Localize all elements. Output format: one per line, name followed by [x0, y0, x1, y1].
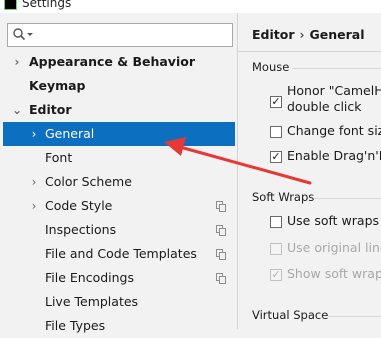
sidebar-item-label: File and Code Templates — [45, 246, 197, 261]
search-icon[interactable] — [12, 27, 34, 43]
sidebar-item-label: Editor — [29, 102, 72, 117]
sidebar-item-label: General — [45, 126, 95, 141]
option-label: Change font size — [287, 123, 381, 138]
option-label-continued: double click — [287, 99, 362, 114]
sidebar-item-color-scheme[interactable]: › Color Scheme — [0, 170, 238, 194]
breadcrumb-current: General — [309, 27, 365, 42]
section-divider — [314, 198, 381, 199]
settings-content: Editor › General Mouse ✓ Honor "CamelHu do… — [238, 13, 381, 329]
chevron-right-icon[interactable]: › — [12, 50, 22, 74]
option-label: Enable Drag'n'Dr — [287, 148, 381, 163]
breadcrumb-parent[interactable]: Editor — [252, 27, 295, 42]
chevron-right-icon[interactable]: › — [29, 122, 39, 146]
sidebar-item-general[interactable]: › General — [3, 122, 235, 146]
sidebar-item-file-and-code-templates[interactable]: File and Code Templates — [0, 242, 238, 266]
sidebar-item-label: Color Scheme — [45, 174, 132, 189]
option-label: Use original line' — [287, 240, 381, 255]
title-bar: Settings — [0, 0, 381, 13]
header-divider — [238, 51, 381, 52]
use-original-line-checkbox — [270, 243, 282, 255]
section-divider — [328, 316, 381, 317]
section-title-soft-wraps: Soft Wraps — [252, 190, 315, 204]
sidebar-item-label: File Types — [45, 318, 106, 333]
sidebar-item-label: File Encodings — [45, 270, 135, 285]
sidebar-item-label: Font — [45, 150, 73, 165]
option-label: Honor "CamelHu — [287, 83, 381, 98]
sidebar-item-inspections[interactable]: Inspections — [0, 218, 238, 242]
project-settings-icon — [216, 201, 226, 212]
option-use-soft-wraps[interactable]: Use soft wraps in — [270, 212, 381, 232]
sidebar-item-appearance-behavior[interactable]: › Appearance & Behavior — [0, 50, 238, 74]
chevron-right-icon[interactable]: › — [29, 170, 39, 194]
sidebar-item-keymap[interactable]: Keymap — [0, 74, 238, 98]
sidebar-item-file-types[interactable]: File Types — [0, 314, 238, 338]
sidebar-item-label: Inspections — [45, 222, 117, 237]
breadcrumb-separator: › — [299, 27, 305, 42]
project-settings-icon — [216, 249, 226, 260]
enable-drag-n-drop-checkbox[interactable]: ✓ — [270, 151, 282, 163]
breadcrumb: Editor › General — [252, 27, 365, 42]
honor-camelhumps-checkbox[interactable]: ✓ — [270, 96, 282, 108]
section-title-mouse: Mouse — [252, 60, 290, 74]
option-change-font-size[interactable]: Change font size — [270, 122, 381, 142]
use-soft-wraps-checkbox[interactable] — [270, 216, 282, 228]
sidebar-item-code-style[interactable]: › Code Style — [0, 194, 238, 218]
search-input[interactable] — [36, 26, 226, 44]
app-icon — [4, 0, 17, 10]
chevron-right-icon[interactable]: › — [29, 194, 39, 218]
option-show-soft-wrap: ✓ Show soft wrap in — [270, 265, 381, 285]
option-label: Show soft wrap in — [287, 266, 381, 281]
section-divider — [292, 68, 381, 69]
option-enable-drag-n-drop[interactable]: ✓ Enable Drag'n'Dr — [270, 147, 381, 167]
option-label: Use soft wraps in — [287, 213, 381, 228]
search-box[interactable] — [7, 23, 233, 47]
sidebar-item-live-templates[interactable]: Live Templates — [0, 290, 238, 314]
option-use-original-line: Use original line' — [270, 239, 381, 259]
settings-sidebar: › Appearance & Behavior Keymap ⌄ Editor … — [0, 13, 238, 333]
sidebar-item-label: Keymap — [29, 78, 86, 93]
show-soft-wrap-checkbox: ✓ — [270, 268, 282, 281]
project-settings-icon — [216, 273, 226, 284]
sidebar-item-label: Appearance & Behavior — [29, 54, 195, 69]
section-title-virtual-space: Virtual Space — [252, 308, 329, 322]
sidebar-item-label: Live Templates — [45, 294, 139, 309]
option-honor-camelhumps[interactable]: ✓ Honor "CamelHu double click — [270, 80, 381, 116]
chevron-down-icon[interactable]: ⌄ — [12, 98, 22, 122]
sidebar-item-editor[interactable]: ⌄ Editor — [0, 98, 238, 122]
window-title: Settings — [22, 0, 72, 10]
sidebar-item-font[interactable]: Font — [0, 146, 238, 170]
sidebar-item-file-encodings[interactable]: File Encodings — [0, 266, 238, 290]
project-settings-icon — [216, 225, 226, 236]
change-font-size-checkbox[interactable] — [270, 126, 282, 138]
sidebar-item-label: Code Style — [45, 198, 113, 213]
